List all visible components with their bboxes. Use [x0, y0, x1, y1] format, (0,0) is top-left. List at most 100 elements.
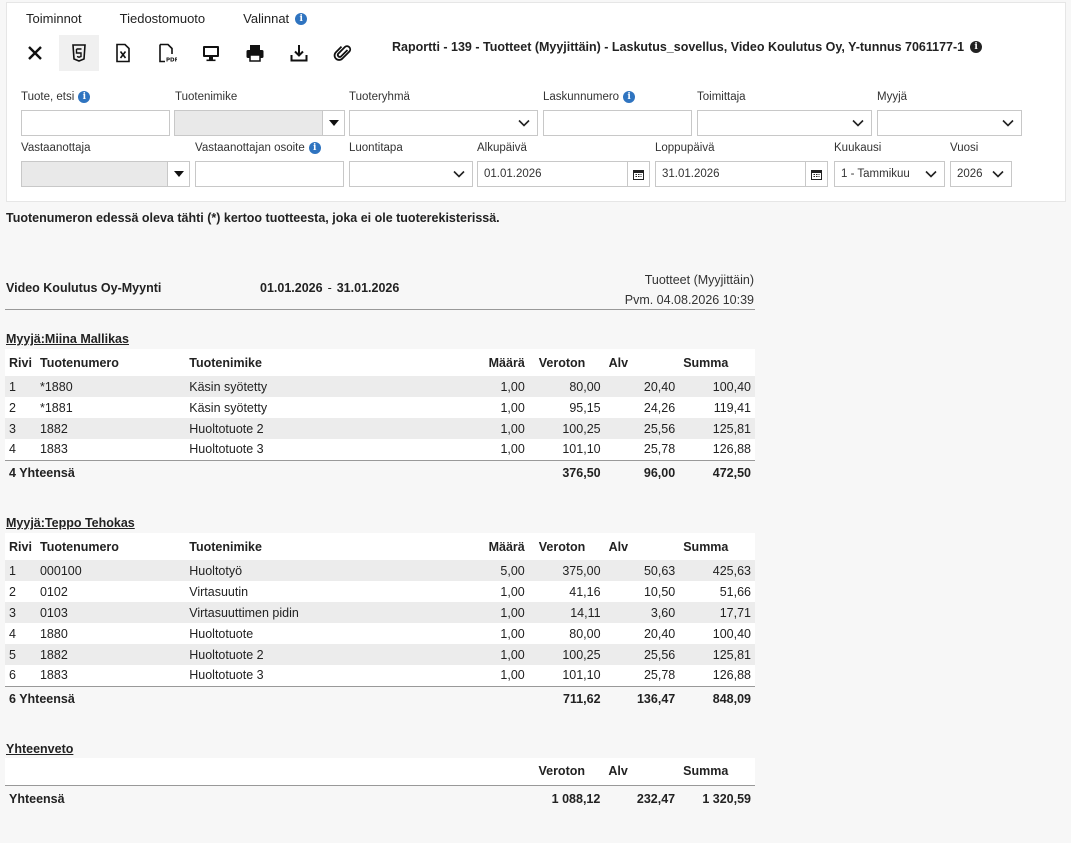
recipient-address-label: Vastaanottajan osoite i: [195, 142, 321, 154]
end-date-input[interactable]: 31.01.2026: [655, 161, 828, 187]
col-sum: Summa: [679, 758, 755, 785]
cell-vat: 3,60: [604, 602, 680, 623]
col-qty: Määrä: [472, 349, 529, 376]
col-vat: Alv: [604, 533, 680, 560]
seller-table: Rivi Tuotenumero Tuotenimike Määrä Verot…: [5, 533, 755, 712]
product-name-select[interactable]: [174, 110, 345, 136]
table-row: 2 0102 Virtasuutin 1,00 41,16 10,50 51,66: [5, 581, 755, 602]
seller-select[interactable]: [877, 110, 1022, 136]
col-sum: Summa: [679, 533, 755, 560]
cell-vat: 20,40: [604, 623, 680, 644]
seller-total-sum: 472,50: [679, 459, 755, 486]
cell-qty: 1,00: [472, 644, 529, 665]
product-search-input[interactable]: [21, 110, 170, 136]
asterisk-note: Tuotenumeron edessä oleva tähti (*) kert…: [6, 211, 500, 225]
cell-net: 101,10: [528, 439, 605, 460]
month-label: Kuukausi: [834, 142, 882, 154]
info-icon[interactable]: i: [78, 91, 91, 103]
calendar-icon[interactable]: [627, 162, 649, 186]
col-net: Veroton: [528, 758, 605, 785]
excel-export-button[interactable]: [103, 35, 143, 71]
cell-net: 100,25: [528, 418, 605, 439]
download-button[interactable]: [279, 35, 319, 71]
info-icon[interactable]: i: [295, 12, 308, 25]
pdf-export-button[interactable]: PDF: [147, 35, 187, 71]
summary-title: Yhteenveto: [6, 742, 74, 756]
cell-qty: 1,00: [472, 397, 529, 418]
cell-net: 80,00: [528, 623, 605, 644]
table-row: 6 1883 Huoltotuote 3 1,00 101,10 25,78 126,88: [5, 665, 755, 686]
menu-actions[interactable]: Toiminnot: [26, 11, 82, 26]
end-date-label: Loppupäivä: [655, 142, 715, 154]
supplier-label: Toimittaja: [697, 91, 746, 103]
cell-number: 0102: [35, 581, 186, 602]
cell-vat: 25,56: [604, 644, 680, 665]
cell-number: 1882: [35, 644, 186, 665]
chevron-down-icon: [925, 170, 937, 178]
seller-total-sum: 848,09: [679, 685, 755, 712]
print-button[interactable]: [235, 35, 275, 71]
caret-down-icon[interactable]: [167, 162, 189, 186]
close-button[interactable]: [15, 35, 55, 71]
menu-options[interactable]: Valinnat: [243, 11, 289, 26]
month-select[interactable]: 1 - Tammikuu: [834, 161, 945, 187]
cell-vat: 20,40: [604, 376, 680, 397]
col-vat: Alv: [604, 758, 680, 785]
cell-net: 375,00: [528, 560, 605, 581]
chevron-down-icon: [1002, 119, 1014, 127]
invoice-number-input[interactable]: [543, 110, 692, 136]
year-label: Vuosi: [950, 142, 979, 154]
cell-name: Käsin syötetty: [185, 397, 473, 418]
seller-total-label: 4 Yhteensä: [5, 459, 529, 486]
recipient-select[interactable]: [21, 161, 190, 187]
recipient-address-input[interactable]: [195, 161, 344, 187]
seller-total-vat: 96,00: [604, 459, 680, 486]
cell-sum: 100,40: [679, 376, 755, 397]
table-header-row: Rivi Tuotenumero Tuotenimike Määrä Verot…: [5, 349, 755, 376]
info-icon[interactable]: i: [623, 91, 636, 103]
report-meta: Tuotteet (Myyjittäin) Pvm. 04.08.2026 10…: [624, 273, 754, 307]
cell-vat: 25,56: [604, 418, 680, 439]
cell-qty: 1,00: [472, 439, 529, 460]
caret-down-icon[interactable]: [322, 111, 344, 135]
summary-net: 1 088,12: [528, 784, 605, 813]
table-row: 4 1880 Huoltotuote 1,00 80,00 20,40 100,40: [5, 623, 755, 644]
creation-method-select[interactable]: [349, 161, 473, 187]
cell-row: 5: [5, 644, 36, 665]
product-search-label: Tuote, etsi i: [21, 91, 91, 103]
cell-name: Huoltotuote 3: [185, 439, 473, 460]
cell-sum: 119,41: [679, 397, 755, 418]
summary-total-row: Yhteensä 1 088,12 232,47 1 320,59: [5, 784, 755, 813]
info-icon[interactable]: i: [970, 41, 983, 53]
cell-sum: 125,81: [679, 644, 755, 665]
cell-sum: 425,63: [679, 560, 755, 581]
attachment-button[interactable]: [323, 35, 363, 71]
cell-number: 1880: [35, 623, 186, 644]
cell-qty: 1,00: [472, 376, 529, 397]
cell-row: 4: [5, 439, 36, 460]
cell-row: 2: [5, 581, 36, 602]
col-number: Tuotenumero: [35, 349, 186, 376]
chevron-down-icon: [453, 170, 465, 178]
html-export-button[interactable]: [59, 35, 99, 71]
screen-view-button[interactable]: [191, 35, 231, 71]
cell-vat: 24,26: [604, 397, 680, 418]
supplier-select[interactable]: [697, 110, 872, 136]
report-period: 01.01.2026-31.01.2026: [260, 281, 400, 295]
col-row: Rivi: [5, 349, 36, 376]
svg-text:PDF: PDF: [166, 58, 177, 64]
cell-row: 2: [5, 397, 36, 418]
year-select[interactable]: 2026: [950, 161, 1012, 187]
start-date-input[interactable]: 01.01.2026: [477, 161, 650, 187]
product-group-select[interactable]: [349, 110, 538, 136]
divider: [5, 309, 755, 310]
toolbar: PDF: [15, 35, 367, 71]
summary-total-label: Yhteensä: [5, 784, 529, 813]
cell-row: 3: [5, 418, 36, 439]
summary-table: Veroton Alv Summa Yhteensä 1 088,12 232,…: [5, 758, 755, 813]
calendar-icon[interactable]: [805, 162, 827, 186]
menu-format[interactable]: Tiedostomuoto: [120, 11, 206, 26]
info-icon[interactable]: i: [308, 142, 321, 154]
table-row: 1 000100 Huoltotyö 5,00 375,00 50,63 425,63: [5, 560, 755, 581]
seller-total-row: 6 Yhteensä 711,62 136,47 848,09: [5, 685, 755, 712]
